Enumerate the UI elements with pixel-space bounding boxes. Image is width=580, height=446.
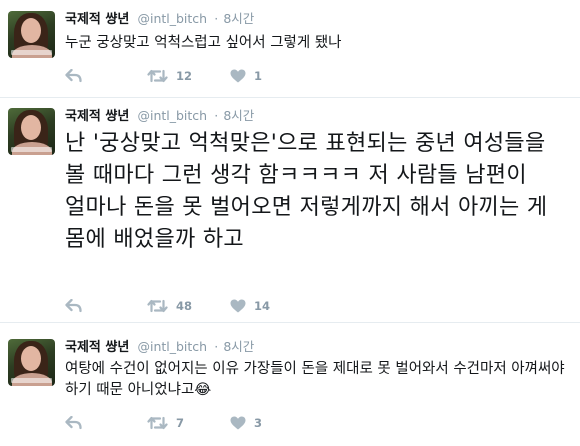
timestamp[interactable]: 8시간 xyxy=(223,108,254,123)
timestamp[interactable]: 8시간 xyxy=(223,339,254,354)
like-button[interactable]: 14 xyxy=(230,296,270,316)
retweet-button[interactable]: 48 xyxy=(147,296,192,316)
retweet-icon xyxy=(147,299,168,313)
avatar[interactable] xyxy=(8,339,55,386)
author-name[interactable]: 국제적 썅년 xyxy=(65,109,129,124)
retweet-icon xyxy=(147,69,168,83)
like-count: 3 xyxy=(254,416,263,430)
author-name[interactable]: 국제적 썅년 xyxy=(65,12,129,27)
author-name[interactable]: 국제적 썅년 xyxy=(65,340,129,355)
separator: · xyxy=(214,108,219,123)
separator: · xyxy=(214,11,219,26)
retweet-button[interactable]: 7 xyxy=(147,413,184,433)
like-button[interactable]: 1 xyxy=(230,66,262,86)
tweet[interactable]: 국제적 썅년 @intl_bitch · 8시간 여탕에 수건이 없어지는 이유… xyxy=(0,323,580,446)
tweet-text: 난 '궁상맞고 억척맞은'으로 표현되는 중년 여성들을 볼 때마다 그런 생각… xyxy=(65,131,548,252)
retweet-button[interactable]: 12 xyxy=(147,66,192,86)
timestamp[interactable]: 8시간 xyxy=(223,11,254,26)
reply-icon xyxy=(65,299,82,313)
reply-button[interactable] xyxy=(65,413,82,433)
reply-icon xyxy=(65,416,82,430)
avatar[interactable] xyxy=(8,108,55,155)
reply-icon xyxy=(65,69,82,83)
retweet-icon xyxy=(147,416,168,430)
separator: · xyxy=(214,339,219,354)
heart-icon xyxy=(230,69,246,83)
tweet-header: 국제적 썅년 @intl_bitch · 8시간 xyxy=(65,338,254,356)
tweet-header: 국제적 썅년 @intl_bitch · 8시간 xyxy=(65,107,254,125)
tweet-text: 누군 궁상맞고 억척스럽고 싶어서 그렇게 됐나 xyxy=(65,35,342,51)
heart-icon xyxy=(230,416,246,430)
author-handle[interactable]: @intl_bitch xyxy=(137,11,207,26)
author-handle[interactable]: @intl_bitch xyxy=(137,339,207,354)
reply-button[interactable] xyxy=(65,296,82,316)
tweet-text: 여탕에 수건이 없어지는 이유 가장들이 돈을 제대로 못 벌어와서 수건마저 … xyxy=(65,361,565,398)
like-count: 1 xyxy=(254,69,263,83)
heart-icon xyxy=(230,299,246,313)
retweet-count: 7 xyxy=(176,416,185,430)
tweet[interactable]: 국제적 썅년 @intl_bitch · 8시간 누군 궁상맞고 억척스럽고 싶… xyxy=(0,0,580,98)
like-button[interactable]: 3 xyxy=(230,413,262,433)
tweet-header: 국제적 썅년 @intl_bitch · 8시간 xyxy=(65,10,254,28)
retweet-count: 48 xyxy=(176,299,193,313)
tweet[interactable]: 국제적 썅년 @intl_bitch · 8시간 난 '궁상맞고 억척맞은'으로… xyxy=(0,98,580,323)
reply-button[interactable] xyxy=(65,66,82,86)
like-count: 14 xyxy=(254,299,271,313)
retweet-count: 12 xyxy=(176,69,193,83)
author-handle[interactable]: @intl_bitch xyxy=(137,108,207,123)
avatar[interactable] xyxy=(8,11,55,58)
